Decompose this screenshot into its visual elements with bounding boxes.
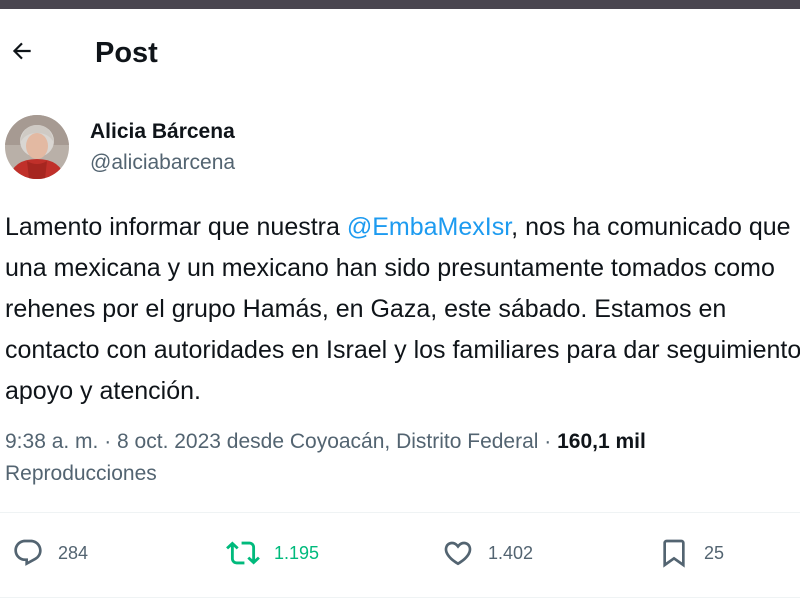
divider	[0, 512, 800, 513]
repost-icon	[226, 541, 260, 565]
avatar[interactable]	[5, 115, 69, 179]
repost-button[interactable]: 1.195	[226, 531, 319, 575]
window-top-strip	[0, 0, 800, 9]
page-title: Post	[95, 37, 158, 69]
post-page: Post Alicia Bárcena @aliciabarcena Lamen…	[0, 9, 800, 600]
post-text-segment: , nos ha comunicado que	[511, 213, 791, 241]
post-text-line: una mexicana y un mexicano han sido pres…	[5, 254, 775, 282]
reply-button[interactable]: 284	[12, 531, 88, 575]
post-actions: 284 1.195 1.402 25	[0, 531, 800, 575]
post-text-line: rehenes por el grupo Hamás, en Gaza, est…	[5, 295, 727, 323]
post-text-line: contacto con autoridades en Israel y los…	[5, 336, 800, 364]
arrow-left-icon	[12, 42, 31, 60]
views-count: 160,1 mil	[557, 430, 646, 453]
post-timestamp[interactable]: 9:38 a. m. · 8 oct. 2023 desde Coyoacán,…	[5, 430, 557, 453]
post-header: Post	[0, 9, 800, 89]
reply-count: 284	[58, 542, 89, 563]
post-text-line: Lamento informar que nuestra @EmbaMexIsr…	[5, 207, 800, 248]
reply-icon	[14, 539, 42, 566]
post-text-segment: Lamento informar que nuestra	[5, 213, 347, 241]
views-label: Reproducciones	[5, 462, 157, 485]
mention-link[interactable]: @EmbaMexIsr	[347, 213, 511, 241]
bookmark-icon	[663, 539, 685, 568]
post-text-line: apoyo y atención.	[5, 377, 201, 405]
author-display-name[interactable]: Alicia Bárcena	[90, 119, 235, 145]
back-button[interactable]	[6, 35, 38, 67]
like-count: 1.402	[488, 542, 534, 563]
bookmark-button[interactable]: 25	[658, 531, 724, 575]
divider	[0, 597, 800, 598]
post-text: Lamento informar que nuestra @EmbaMexIsr…	[5, 207, 800, 412]
avatar-image	[5, 115, 69, 179]
post-meta: 9:38 a. m. · 8 oct. 2023 desde Coyoacán,…	[5, 426, 795, 490]
repost-count: 1.195	[274, 542, 320, 563]
post-author: Alicia Bárcena @aliciabarcena	[0, 115, 800, 185]
like-button[interactable]: 1.402	[442, 531, 533, 575]
author-handle[interactable]: @aliciabarcena	[90, 150, 235, 176]
bookmark-count: 25	[704, 542, 725, 563]
heart-icon	[444, 541, 472, 566]
